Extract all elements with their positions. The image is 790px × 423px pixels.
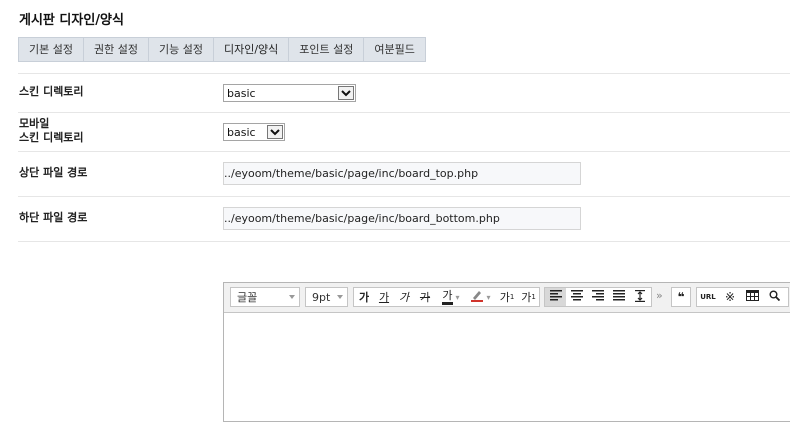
font-size-value: 9pt [312,290,331,304]
tab-basic[interactable]: 기본 설정 [19,38,84,61]
font-family-value: 글꼴 [237,291,258,304]
superscript-glyph: 가 [499,291,510,304]
align-group [544,287,652,307]
align-right-icon [591,290,604,304]
quote-button[interactable]: ❝ [672,288,690,306]
align-left-button[interactable] [545,288,566,306]
row-divider [18,112,790,113]
align-left-icon [549,290,562,304]
mobile-skin-dir-label-line1: 모바일 [19,117,50,130]
italic-button[interactable]: 가 [394,288,414,306]
text-style-group: 가 가 가 가 가 ▾ ▾ 가1 가1 [353,287,540,307]
special-char-button[interactable]: ※ [719,288,741,306]
caret-down-icon: ▾ [486,292,491,302]
chevron-down-icon [338,86,354,100]
font-family-dropdown[interactable]: 글꼴 [230,287,300,307]
caret-down-icon [337,295,343,299]
skin-dir-value: basic [227,86,256,100]
content-editor: 글꼴 9pt 가 가 가 가 가 ▾ ▾ 가1 가 1 » ❝ URL ※ [223,282,790,422]
row-divider [18,151,790,152]
mobile-skin-dir-select[interactable]: basic [223,123,285,141]
align-right-button[interactable] [587,288,608,306]
mobile-skin-dir-value: basic [227,125,256,139]
align-justify-button[interactable] [608,288,629,306]
superscript-button[interactable]: 가1 [496,288,518,306]
mobile-skin-dir-label: 모바일 스킨 디렉토리 [19,117,84,145]
tab-permission[interactable]: 권한 설정 [84,38,149,61]
underline-button[interactable]: 가 [374,288,394,306]
align-center-button[interactable] [566,288,587,306]
tab-extra-fields[interactable]: 여분필드 [364,38,424,61]
more-tools-button[interactable]: » [656,289,663,303]
table-icon [745,290,759,304]
tab-point[interactable]: 포인트 설정 [289,38,365,61]
bold-button[interactable]: 가 [354,288,374,306]
line-height-icon [635,289,645,305]
top-file-input[interactable]: ../eyoom/theme/basic/page/inc/board_top.… [223,162,581,185]
superscript-mark: 1 [509,293,515,301]
editor-toolbar: 글꼴 9pt 가 가 가 가 가 ▾ ▾ 가1 가 1 » ❝ URL ※ [224,283,790,313]
caret-down-icon: ▾ [455,292,460,302]
row-divider [18,196,790,197]
insert-table-button[interactable] [741,288,763,306]
align-justify-icon [612,290,625,304]
caret-down-icon [289,295,295,299]
bottom-file-input[interactable]: ../eyoom/theme/basic/page/inc/board_bott… [223,207,581,230]
row-divider [18,73,790,74]
highlight-color-button[interactable]: ▾ [466,288,496,306]
font-color-glyph: 가 [442,289,453,305]
subscript-button[interactable]: 가1 [518,288,539,306]
settings-tabs: 기본 설정 권한 설정 기능 설정 디자인/양식 포인트 설정 여분필드 [18,37,426,62]
bottom-file-label: 하단 파일 경로 [19,211,88,224]
font-size-dropdown[interactable]: 9pt [305,287,348,307]
insert-link-button[interactable]: URL [697,288,719,306]
subscript-glyph: 가 [521,291,532,304]
skin-dir-label: 스킨 디렉토리 [19,85,84,98]
tab-design[interactable]: 디자인/양식 [214,38,290,61]
subscript-mark: 1 [531,293,536,301]
strikethrough-button[interactable]: 가 [414,288,436,306]
insert-group: URL ※ [696,287,789,307]
mobile-skin-dir-label-line2: 스킨 디렉토리 [19,131,84,144]
skin-dir-select[interactable]: basic [223,84,356,102]
highlighter-icon [471,289,484,305]
row-divider [18,241,790,242]
page-title: 게시판 디자인/양식 [19,13,124,28]
chevron-down-icon [267,125,283,139]
quote-group: ❝ [671,287,691,307]
find-button[interactable] [763,288,785,306]
font-color-button[interactable]: 가 ▾ [436,288,466,306]
tab-function[interactable]: 기능 설정 [149,38,214,61]
line-height-button[interactable] [629,288,651,306]
top-file-label: 상단 파일 경로 [19,166,88,179]
align-center-icon [570,290,583,304]
search-icon [769,290,780,304]
